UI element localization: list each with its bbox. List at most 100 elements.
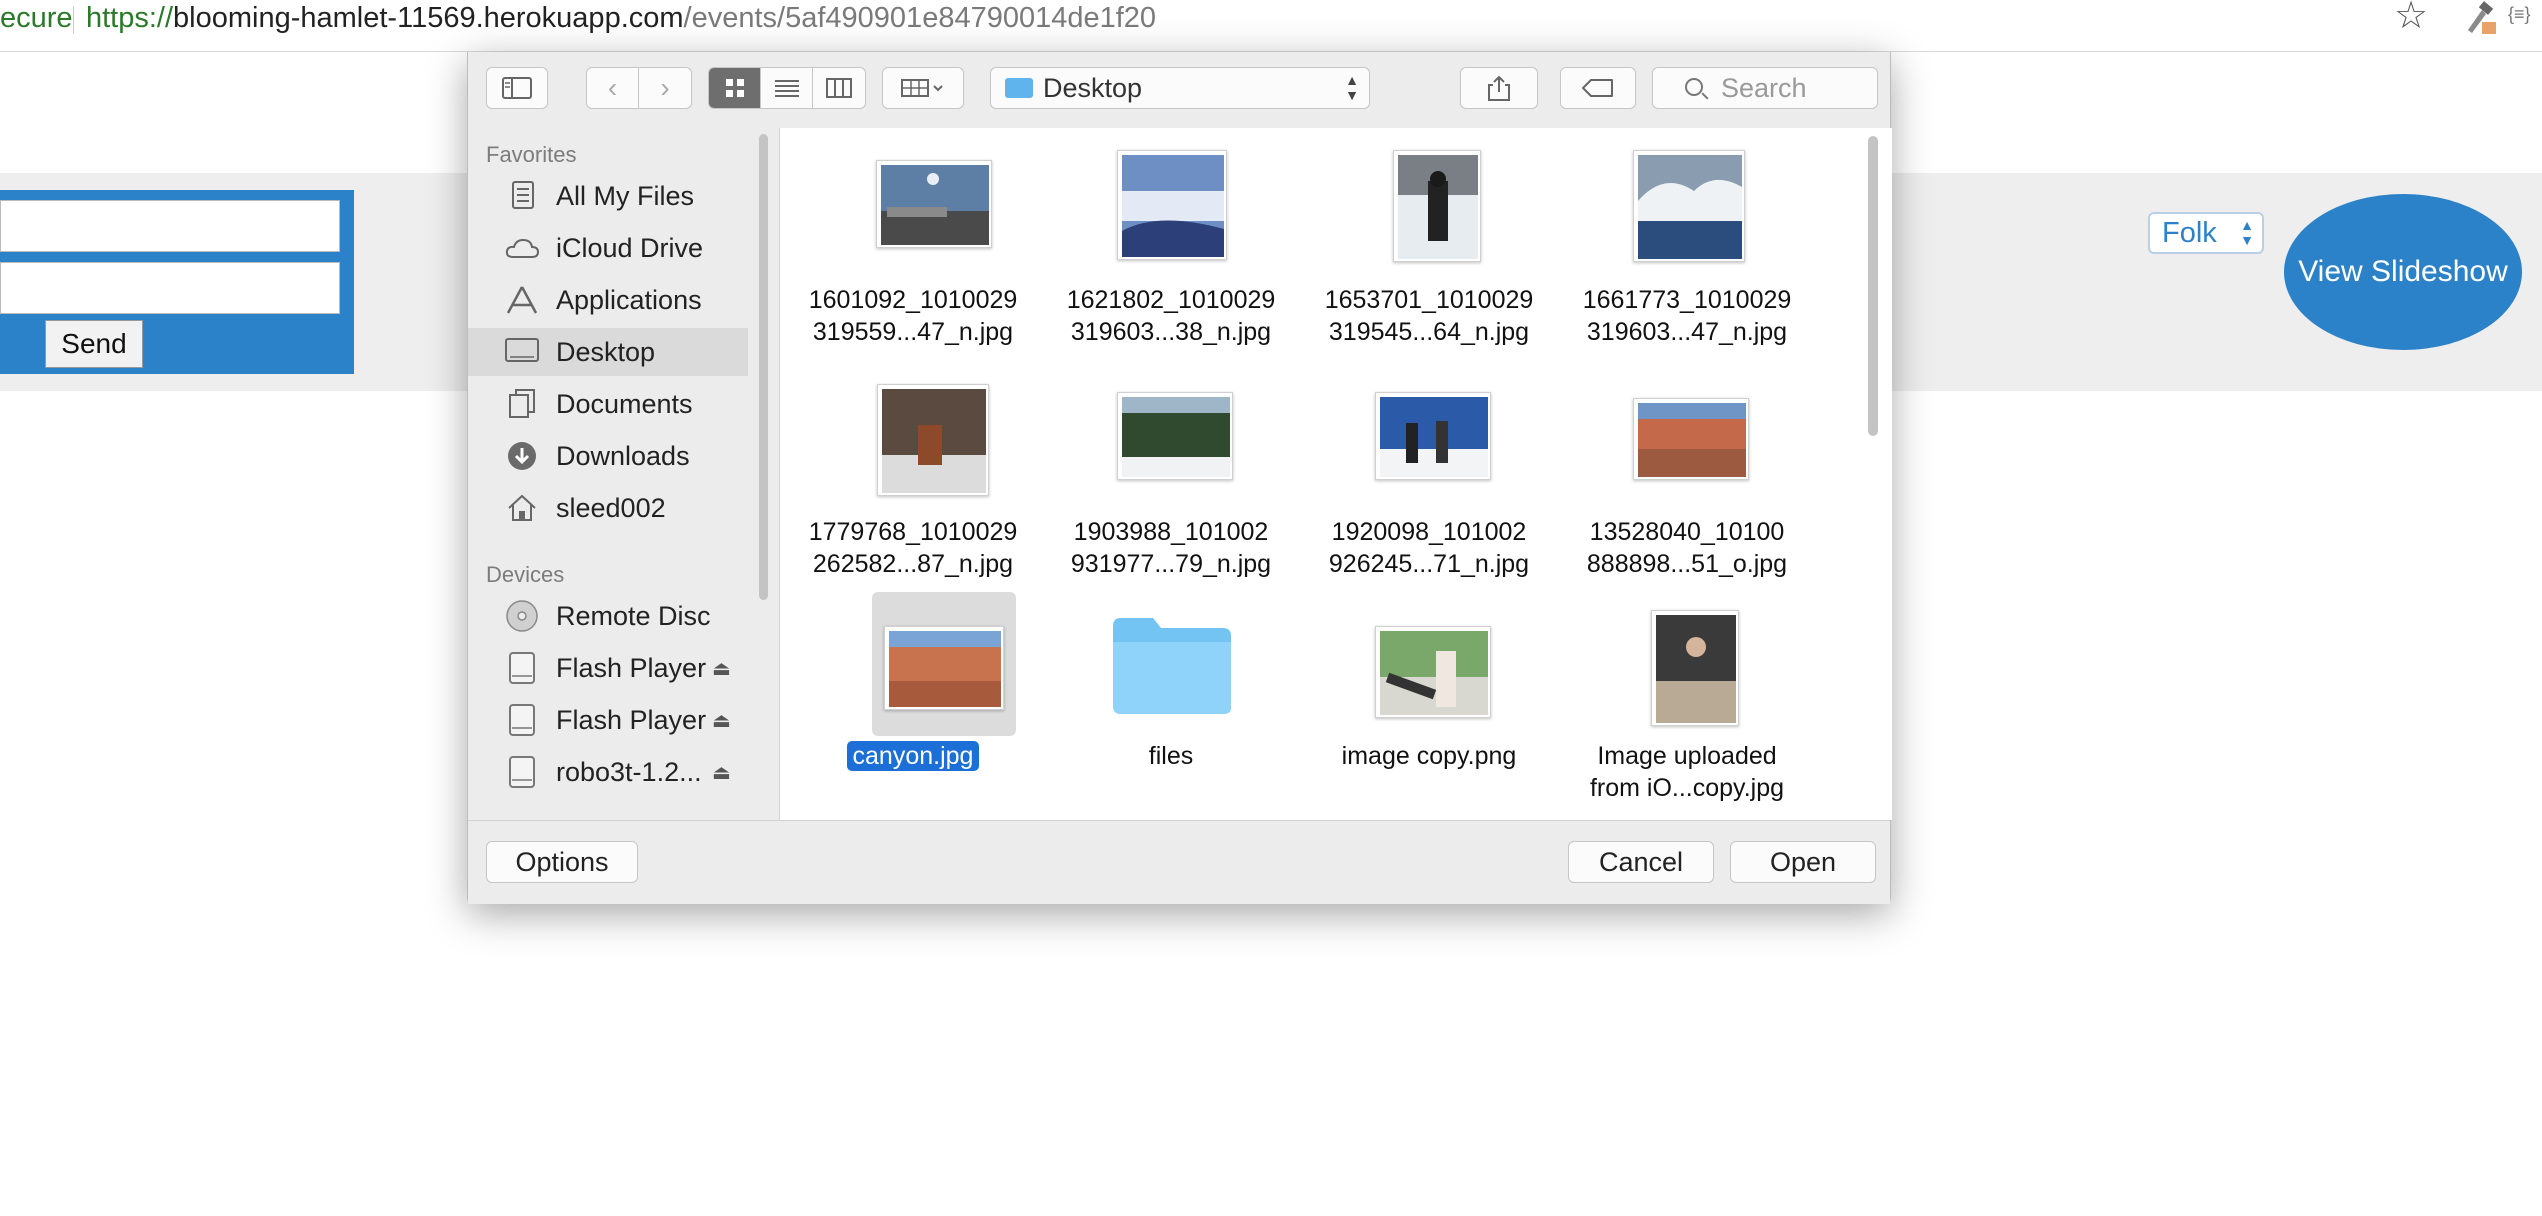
toggle-sidebar-button[interactable] [486,67,548,109]
file-name: 1920098_101002 926245...71_n.jpg [1305,516,1553,580]
cancel-button[interactable]: Cancel [1568,841,1714,883]
bookmark-star-icon[interactable]: ☆ [2394,0,2428,36]
file-name-line2: 319603...38_n.jpg [1070,318,1272,346]
sidebar-item-applications[interactable]: Applications [468,276,748,324]
location-popup[interactable]: Desktop ▲ ▼ [990,67,1370,109]
open-button[interactable]: Open [1730,841,1876,883]
back-button[interactable]: ‹ [587,68,639,108]
tags-button[interactable] [1560,67,1636,109]
file-name-line1: 1653701_1010029 [1324,286,1534,314]
url-text[interactable]: https://blooming-hamlet-11569.herokuapp.… [86,0,1156,36]
sidebar-item-flash-player-2[interactable]: Flash Player ⏏ [468,696,748,744]
updown-arrows-icon: ▲ ▼ [1345,72,1359,103]
downloads-icon [504,440,540,472]
file-name: Image uploaded from iO...copy.jpg [1563,740,1811,804]
eject-icon[interactable]: ⏏ [712,656,731,681]
photo-thumbnail-icon [1375,392,1491,480]
grid-icon [725,79,744,97]
genre-select-value: Folk [2162,217,2217,249]
icon-view-button[interactable] [709,68,761,108]
share-button[interactable] [1460,67,1538,109]
sidebar-item-documents[interactable]: Documents [468,380,748,428]
chevron-left-icon: ‹ [607,72,618,103]
sidebar-icon [502,77,532,99]
sidebar-item-home[interactable]: sleed002 [468,484,748,532]
list-view-button[interactable] [761,68,813,108]
file-name-line1: image copy.png [1341,742,1517,770]
message-input[interactable] [0,262,340,314]
sidebar-item-label: Flash Player [556,652,707,683]
file-browser: 1601092_1010029 319559...47_n.jpg 1621802… [779,128,1892,820]
eject-icon[interactable]: ⏏ [712,708,731,733]
search-placeholder: Search [1721,73,1807,103]
url-host: blooming-hamlet-11569.herokuapp.com [173,2,684,34]
file-name: canyon.jpg [789,740,1037,772]
file-name-line2: 262582...87_n.jpg [812,550,1014,578]
sidebar-item-label: Remote Disc [556,600,711,631]
file-name: image copy.png [1305,740,1553,772]
file-name-line2: 931977...79_n.jpg [1070,550,1272,578]
extension-badge-icon[interactable]: {≡} [2508,4,2531,25]
sidebar-item-robo3t[interactable]: robo3t-1.2... ⏏ [468,748,748,796]
file-name: 1621802_1010029 319603...38_n.jpg [1047,284,1295,348]
divider [73,6,74,34]
extension-icon[interactable] [2460,0,2498,36]
photo-thumbnail-icon [884,626,1004,710]
select-arrows-icon: ▲ ▼ [2240,217,2254,248]
forward-button[interactable]: › [639,68,691,108]
genre-select[interactable]: Folk ▲ ▼ [2148,212,2264,254]
file-name: 1601092_1010029 319559...47_n.jpg [789,284,1037,348]
favorites-heading: Favorites [486,142,577,167]
photo-thumbnail-icon [1375,626,1491,718]
file-name-line1: 1661773_1010029 [1582,286,1792,314]
view-slideshow-button[interactable]: View Slideshow [2284,194,2522,350]
sidebar-item-all-my-files[interactable]: All My Files [468,172,748,220]
sidebar-item-label: iCloud Drive [556,232,704,263]
sidebar-item-label: robo3t-1.2... [556,756,702,787]
file-name-line2: 319559...47_n.jpg [812,318,1014,346]
file-name-line1: 1601092_1010029 [808,286,1018,314]
file-name: 1653701_1010029 319545...64_n.jpg [1305,284,1553,348]
sidebar-item-label: Flash Player [556,704,707,735]
photo-thumbnail-icon [1633,398,1749,480]
home-icon [504,492,540,524]
name-input[interactable] [0,200,340,252]
file-name-line1: 1621802_1010029 [1066,286,1276,314]
sidebar-item-desktop[interactable]: Desktop [468,328,748,376]
sidebar-scrollbar[interactable] [759,134,768,600]
security-indicator[interactable]: ecure [0,0,73,36]
columns-icon [826,78,852,98]
tag-icon [1582,79,1613,97]
file-browser-scrollbar[interactable] [1868,136,1878,436]
cloud-icon [504,232,540,264]
sidebar-item-remote-disc[interactable]: Remote Disc [468,592,748,640]
sidebar-item-icloud-drive[interactable]: iCloud Drive [468,224,748,272]
address-bar[interactable]: ecure https://blooming-hamlet-11569.hero… [0,0,2542,52]
eject-icon[interactable]: ⏏ [712,760,731,785]
file-name-line2: 319603...47_n.jpg [1586,318,1788,346]
file-name: 13528040_10100 888898...51_o.jpg [1563,516,1811,580]
options-button[interactable]: Options [486,841,638,883]
drive-icon [504,704,540,736]
sidebar-item-label: Desktop [556,336,656,367]
search-icon [1685,78,1703,96]
dialog-toolbar: ‹ › Desktop ▲ ▼ Search [468,52,1890,128]
file-name-line1: 1920098_101002 [1331,518,1527,546]
open-file-dialog: ‹ › Desktop ▲ ▼ Search Favorites All My … [467,52,1892,904]
sidebar-item-downloads[interactable]: Downloads [468,432,748,480]
sidebar-item-label: sleed002 [556,492,666,523]
disc-icon [504,600,540,632]
file-name-line2: 926245...71_n.jpg [1328,550,1530,578]
documents-icon [504,388,540,420]
dialog-sidebar: Favorites All My Files iCloud Drive Appl… [468,128,779,820]
share-icon [1488,75,1510,101]
send-button[interactable]: Send [45,320,143,368]
file-name: 1903988_101002 931977...79_n.jpg [1047,516,1295,580]
file-name-line1: 1903988_101002 [1073,518,1269,546]
sidebar-item-flash-player-1[interactable]: Flash Player ⏏ [468,644,748,692]
search-field[interactable]: Search [1652,67,1878,109]
arrange-button[interactable] [882,67,964,109]
column-view-button[interactable] [813,68,865,108]
photo-thumbnail-icon [877,384,989,496]
desktop-icon [504,336,540,368]
